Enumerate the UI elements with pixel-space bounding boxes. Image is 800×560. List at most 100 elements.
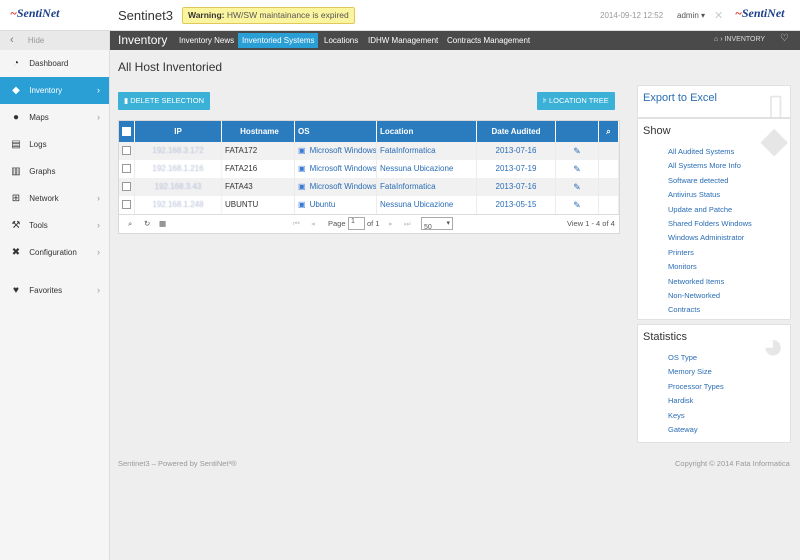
sidebar-item-tools[interactable]: ⚒ Tools › (0, 212, 109, 239)
column-hostname[interactable]: Hostname (222, 121, 295, 142)
breadcrumb[interactable]: ⌂ › INVENTORY (714, 36, 765, 43)
os-icon: ▣ (298, 164, 306, 173)
page-of-label: of 1 (367, 219, 380, 228)
stats-link-memory-size[interactable]: Memory Size (668, 365, 724, 379)
show-title: Show (643, 125, 671, 137)
edit-pencil-icon[interactable]: ✎ (556, 178, 599, 196)
cell-location: Nessuna Ubicazione (377, 196, 477, 214)
sidebar-item-label: Network (29, 194, 59, 203)
user-menu[interactable]: admin ▾ (677, 11, 705, 20)
sentinet-logo[interactable]: ~SentiNet (10, 6, 60, 21)
refresh-icon[interactable]: ↻ (144, 219, 150, 228)
dashboard-icon: ◔ (12, 58, 20, 69)
show-link-contracts[interactable]: Contracts (668, 303, 752, 317)
statistics-title: Statistics (643, 331, 688, 343)
show-link-networked-items[interactable]: Networked Items (668, 275, 752, 289)
column-location[interactable]: Location (377, 121, 477, 142)
row-checkbox[interactable] (119, 160, 135, 178)
cell-ip: 192.168.3.172 (135, 142, 222, 160)
show-link-shared-folders[interactable]: Shared Folders Windows (668, 217, 752, 231)
cell-location: FataInformatica (377, 142, 477, 160)
wrench-icon: ⚒ (11, 220, 21, 231)
edit-pencil-icon[interactable]: ✎ (556, 196, 599, 214)
export-panel[interactable]: ▯ Export to Excel (637, 85, 791, 118)
sidebar-item-label: Graphs (29, 167, 56, 176)
export-to-excel-link[interactable]: Export to Excel (643, 92, 717, 104)
table-row[interactable]: 192.168.3.172 FATA172 ▣ Microsoft Windows… (119, 142, 619, 160)
cell-date: 2013-05-15 (477, 196, 556, 214)
edit-pencil-icon[interactable]: ✎ (556, 142, 599, 160)
edit-pencil-icon[interactable]: ✎ (556, 160, 599, 178)
show-link-monitors[interactable]: Monitors (668, 260, 752, 274)
delete-selection-button[interactable]: ▮ DELETE SELECTION (118, 92, 211, 110)
sidebar-item-label: Favorites (29, 286, 63, 295)
show-link-software[interactable]: Software detected (668, 174, 752, 188)
column-os[interactable]: OS (295, 121, 377, 142)
last-page-icon[interactable]: ⏭ (404, 219, 411, 229)
show-link-all-audited[interactable]: All Audited Systems (668, 145, 752, 159)
row-checkbox[interactable] (119, 196, 135, 214)
nav-idhw-management[interactable]: IDHW Management (364, 33, 442, 48)
fullscreen-icon[interactable]: ✕ (714, 9, 723, 22)
view-count: View 1 - 4 of 4 (567, 219, 615, 228)
breadcrumb-separator: › (720, 36, 723, 43)
tools-icon: ✖ (11, 247, 21, 258)
sidebar-item-label: Tools (29, 221, 48, 230)
show-link-windows-admin[interactable]: Windows Administrator (668, 231, 752, 245)
first-page-icon[interactable]: ⏮ (293, 219, 300, 229)
column-ip[interactable]: IP (135, 121, 222, 142)
show-link-all-more-info[interactable]: All Systems More Info (668, 159, 752, 173)
excel-icon[interactable]: ▦ (159, 219, 166, 228)
nav-locations[interactable]: Locations (320, 33, 362, 48)
cell-date: 2013-07-19 (477, 160, 556, 178)
nav-inventory-news[interactable]: Inventory News (175, 33, 238, 48)
sidebar-item-maps[interactable]: ● Maps › (0, 104, 109, 131)
cell-hostname: FATA43 (222, 178, 295, 196)
chevron-right-icon: › (97, 220, 100, 230)
next-page-icon[interactable]: ▸ (389, 219, 393, 228)
page-size-select[interactable]: 50 ▾ (421, 217, 453, 231)
favorite-heart-icon[interactable]: ♡ (780, 33, 789, 44)
sidebar-item-dashboard[interactable]: ◔ Dashboard (0, 50, 109, 77)
column-date-audited[interactable]: Date Audited (477, 121, 556, 142)
stats-link-os-type[interactable]: OS Type (668, 351, 724, 365)
sidebar-item-favorites[interactable]: ♥ Favorites › (0, 277, 109, 304)
trash-icon: ▮ (124, 96, 129, 105)
nav-contracts-management[interactable]: Contracts Management (443, 33, 534, 48)
row-checkbox[interactable] (119, 142, 135, 160)
statistics-list: OS Type Memory Size Processor Types Hard… (668, 351, 724, 437)
sidebar-item-inventory[interactable]: ◆ Inventory › (0, 77, 109, 104)
row-checkbox[interactable] (119, 178, 135, 196)
sidebar-item-network[interactable]: ⊞ Network › (0, 185, 109, 212)
show-link-update-patch[interactable]: Update and Patche (668, 203, 752, 217)
globe-icon: ● (12, 112, 20, 123)
maintenance-warning: Warning: HW/SW maintainance is expired (182, 7, 355, 24)
pie-chart-icon: ◕ (762, 325, 784, 366)
sidebar-item-configuration[interactable]: ✖ Configuration › (0, 239, 109, 266)
location-tree-button[interactable]: ⊧ LOCATION TREE (537, 92, 615, 110)
search-icon[interactable]: ⌕ (128, 219, 132, 229)
sidebar-item-graphs[interactable]: ▥ Graphs (0, 158, 109, 185)
show-link-antivirus[interactable]: Antivirus Status (668, 188, 752, 202)
table-row[interactable]: 192.168.3.43 FATA43 ▣Microsoft Windows 7… (119, 178, 619, 196)
table-row[interactable]: 192.168.1.216 FATA216 ▣ Microsoft Windows… (119, 160, 619, 178)
sidebar-item-label: Logs (29, 140, 47, 149)
cell-ip: 192.168.3.43 (135, 178, 222, 196)
stats-link-processor-types[interactable]: Processor Types (668, 380, 724, 394)
table-row[interactable]: 192.168.1.248 UBUNTU ▣ Ubuntu Nessuna Ubi… (119, 196, 619, 214)
stats-link-gateway[interactable]: Gateway (668, 423, 724, 437)
prev-page-icon[interactable]: ◂ (311, 219, 315, 228)
footer-copyright: Copyright © 2014 Fata Informatica (675, 459, 790, 468)
show-link-non-networked[interactable]: Non-Networked (668, 289, 752, 303)
chevron-right-icon: › (97, 193, 100, 203)
stats-link-hardisk[interactable]: Hardisk (668, 394, 724, 408)
search-icon[interactable]: ⌕ (599, 121, 619, 142)
sidebar-item-logs[interactable]: ▤ Logs (0, 131, 109, 158)
show-link-printers[interactable]: Printers (668, 246, 752, 260)
page-input[interactable]: 1 (348, 217, 365, 230)
tag-icon: ◆ (12, 85, 20, 96)
select-all-checkbox[interactable] (119, 121, 135, 142)
nav-inventoried-systems[interactable]: Inventoried Systems (238, 33, 319, 48)
stats-link-keys[interactable]: Keys (668, 409, 724, 423)
sidebar-hide-toggle[interactable]: ‹ Hide (0, 31, 109, 50)
